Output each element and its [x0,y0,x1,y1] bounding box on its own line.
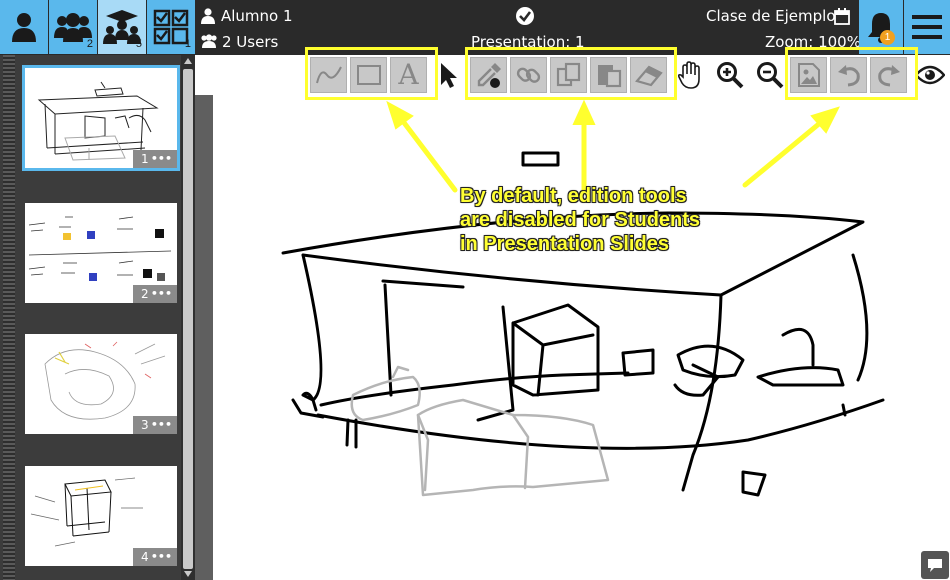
tasks-button[interactable]: 1 [147,0,196,54]
scroll-up-arrow[interactable] [184,58,192,64]
slide-menu-dots[interactable]: ••• [151,416,172,434]
slide-number: 3 [141,418,149,432]
tasks-count: 1 [184,38,191,50]
chat-button[interactable] [921,551,949,579]
drawing-canvas[interactable] [213,95,950,580]
hamburger-menu-icon [912,15,942,39]
canvas-area [195,95,950,580]
slide-number: 2 [141,287,149,301]
chat-icon [928,559,942,572]
user-icon [201,8,215,24]
check-circle-icon[interactable] [515,6,535,26]
pointer-icon [440,63,457,88]
groups-button[interactable]: 2 [49,0,98,54]
panel-resize-handle[interactable] [3,55,15,580]
zoom-out-tool[interactable] [751,57,788,93]
hand-icon [677,61,700,89]
scrollbar-thumb[interactable] [183,69,193,569]
group-count: 2 [86,38,93,50]
notifications-button[interactable] [859,0,903,54]
user-icon [12,13,36,42]
slide-thumbnail-3[interactable]: 3 ••• [25,334,177,434]
slide-number: 4 [141,550,149,564]
slide-thumbnail-4[interactable]: 4 ••• [25,466,177,566]
notification-badge: 1 [880,30,895,45]
annotation-line-1: By default, edition tools [460,185,687,207]
slide-thumbnail-2[interactable]: 2 ••• [25,203,177,303]
slide-thumbnail-1[interactable]: 1 ••• [22,65,180,171]
class-name: Clase de Ejemplo [706,7,836,25]
slide-menu-dots[interactable]: ••• [151,150,172,168]
user-name: Alumno 1 [221,7,293,25]
slides-scrollbar[interactable] [181,55,195,580]
zoom-in-icon [716,62,743,89]
annotation-line-3: in Presentation Slides [460,233,669,255]
slides-panel: 1 ••• 2 ••• 3 ••• 4 ••• [0,55,195,580]
annotation-line-2: are disabled for Students [460,209,701,231]
slide-menu-dots[interactable]: ••• [151,285,172,303]
checklist-icon [153,9,189,45]
users-icon [201,34,217,48]
slide-number-badge[interactable]: 4 ••• [133,548,177,566]
students-button[interactable]: 5 [98,0,147,54]
annotation-callout: By default, edition tools are disabled f… [460,184,770,256]
profile-button[interactable] [0,0,49,54]
slide-number-badge[interactable]: 3 ••• [133,416,177,434]
zoom-out-icon [756,62,783,89]
desk-sketch-drawing [281,151,885,497]
users-count: 2 Users [222,33,279,51]
zoom-in-tool[interactable] [711,57,748,93]
scroll-down-arrow[interactable] [184,571,192,577]
highlight-box-media-history-tools [785,47,918,100]
slide-number-badge[interactable]: 2 ••• [133,285,177,303]
calendar-icon[interactable] [834,8,850,25]
eye-icon [914,65,945,85]
highlight-box-drawing-tools [305,47,438,100]
students-count: 5 [135,38,142,50]
main-menu-button[interactable] [904,0,950,54]
slide-number: 1 [141,152,149,166]
slide-menu-dots[interactable]: ••• [151,548,172,566]
highlight-box-edit-tools [465,47,677,100]
slide-number-badge[interactable]: 1 ••• [133,150,177,168]
